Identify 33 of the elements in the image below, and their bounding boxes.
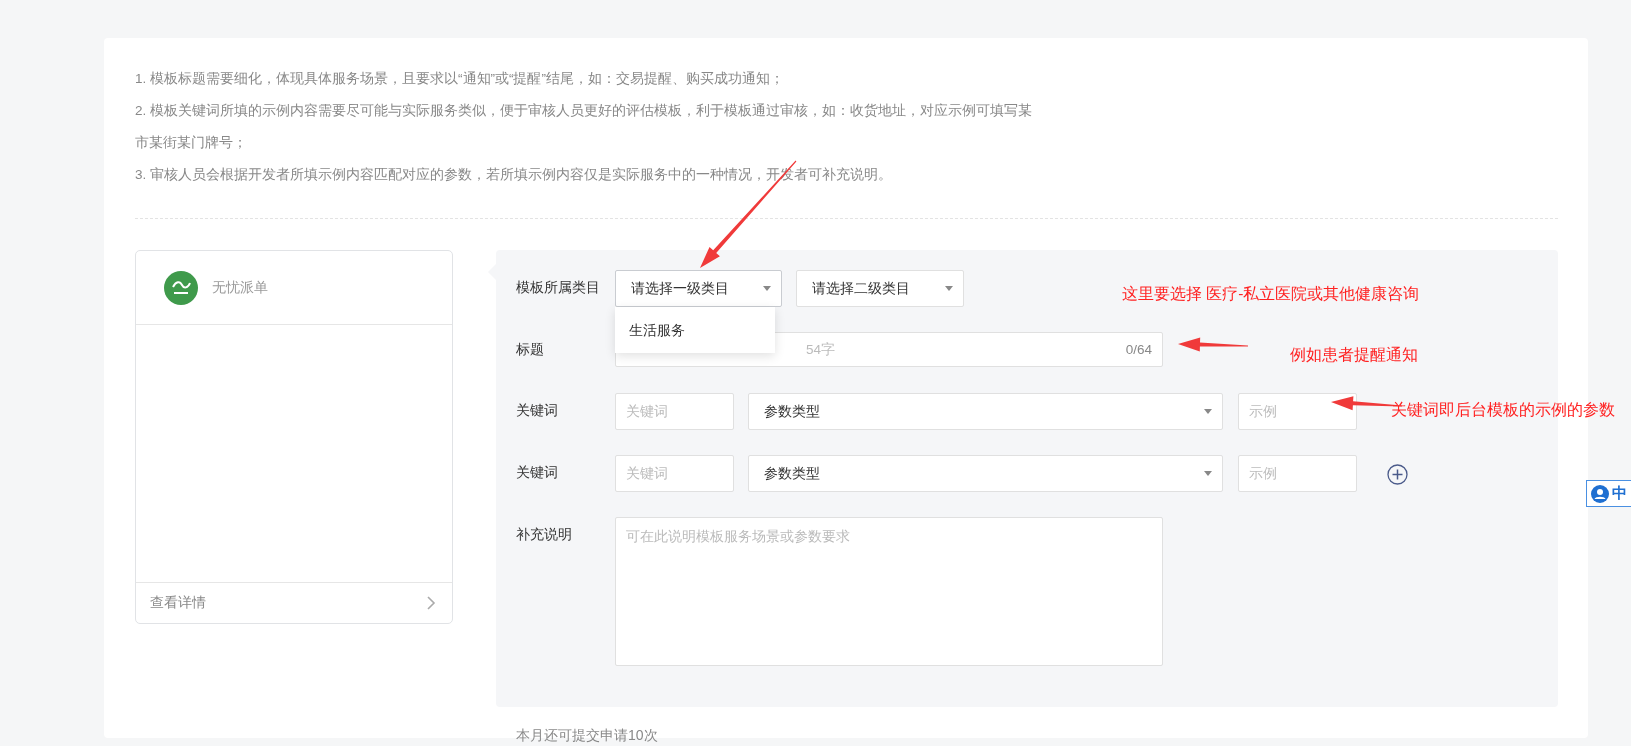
keyword-input[interactable]: 关键词 — [615, 393, 734, 430]
caret-icon — [945, 286, 953, 291]
annotation-text: 这里要选择 医疗-私立医院或其他健康咨询 — [1122, 284, 1420, 304]
subcategory-select[interactable]: 请选择二级类目 — [796, 270, 964, 307]
caret-icon — [1204, 409, 1212, 414]
field-label: 模板所属类目 — [516, 279, 601, 297]
add-icon[interactable] — [1387, 464, 1408, 485]
example-input[interactable]: 示例 — [1238, 393, 1357, 430]
parameter-type-select[interactable]: 参数类型 — [748, 393, 1223, 430]
field-label: 标题 — [516, 341, 545, 359]
annotation-arrow — [1178, 337, 1248, 352]
field-label: 关键词 — [516, 402, 559, 420]
description-textarea[interactable]: 可在此说明模板服务场景或参数要求 — [615, 517, 1163, 666]
logo-icon — [164, 270, 198, 305]
view-details-link[interactable]: 查看详情 — [150, 594, 206, 612]
example-input[interactable]: 示例 — [1238, 455, 1357, 492]
caret-icon — [763, 286, 771, 291]
field-label: 补充说明 — [516, 526, 573, 544]
chevron-right-icon — [427, 596, 436, 610]
caret-icon — [1204, 471, 1212, 476]
instruction-text: 2. 模板关键词所填的示例内容需要尽可能与实际服务类似，便于审核人员更好的评估模板，利于模板通过审核，如：收货地址，对应示例可填写某 — [135, 102, 1033, 120]
annotation-text: 关键词即后台模板的示例的参数 — [1391, 400, 1615, 420]
account-name: 无忧派单 — [212, 278, 268, 297]
instruction-text: 市某街某门牌号； — [135, 134, 248, 152]
instruction-text: 1. 模板标题需要细化，体现具体服务场景，且要求以“通知”或“提醒”结尾，如：交易提醒、购买成功通知； — [135, 70, 785, 88]
parameter-type-select[interactable]: 参数类型 — [748, 455, 1223, 492]
field-label: 关键词 — [516, 464, 559, 482]
quota-text: 本月还可提交申请10次 — [516, 727, 658, 745]
input-method-badge[interactable]: 中 — [1586, 480, 1631, 507]
keyword-input[interactable]: 关键词 — [615, 455, 734, 492]
user-icon — [1591, 484, 1609, 503]
character-counter: 0/64 — [1125, 342, 1152, 357]
annotation-text: 例如患者提醒通知 — [1290, 345, 1418, 365]
